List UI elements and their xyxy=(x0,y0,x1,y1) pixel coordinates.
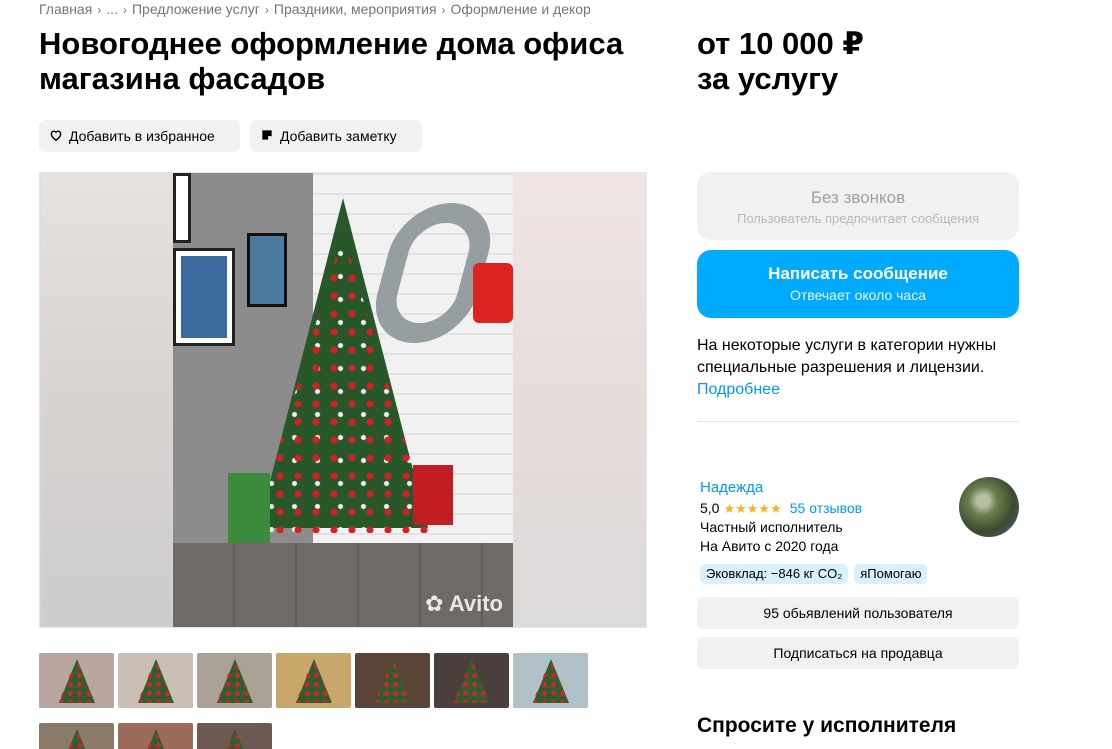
breadcrumb-item-ellipsis[interactable]: ... xyxy=(106,1,118,17)
chevron-right-icon: › xyxy=(97,3,102,17)
thumbnail[interactable] xyxy=(118,723,193,749)
thumbnail[interactable] xyxy=(197,723,272,749)
breadcrumb: Главная ›... › Предложение услуг › Праздники,… xyxy=(39,1,591,17)
divider xyxy=(697,421,1019,422)
seller-name-link[interactable]: Надежда xyxy=(700,478,862,497)
photo-gallery[interactable]: ✿ Avito xyxy=(39,172,647,628)
no-calls-button[interactable]: Без звонков Пользователь предпочитает со… xyxy=(697,172,1019,240)
avatar[interactable] xyxy=(959,477,1019,537)
thumbnail[interactable] xyxy=(276,653,351,708)
gallery-next-preview[interactable] xyxy=(513,173,646,627)
price: от 10 000 ₽ за услугу xyxy=(697,26,864,96)
thumbnail[interactable] xyxy=(513,653,588,708)
breadcrumb-item-services[interactable]: Предложение услуг xyxy=(132,1,260,17)
breadcrumb-item-events[interactable]: Праздники, мероприятия xyxy=(274,1,437,17)
write-message-subtitle: Отвечает около часа xyxy=(789,287,927,303)
thumbnail[interactable] xyxy=(39,653,114,708)
thumbnail[interactable] xyxy=(197,653,272,708)
license-notice: На некоторые услуги в категории нужны сп… xyxy=(697,335,1027,401)
reviews-link[interactable]: 55 отзывов xyxy=(790,499,862,518)
chevron-right-icon: › xyxy=(122,3,127,17)
help-badge[interactable]: яПомогаю xyxy=(854,564,928,584)
write-message-button[interactable]: Написать сообщение Отвечает около часа xyxy=(697,250,1019,318)
chevron-right-icon: › xyxy=(264,3,269,17)
seller-since: На Авито с 2020 года xyxy=(700,538,839,554)
thumbnail[interactable] xyxy=(118,653,193,708)
seller-info: Надежда 5,0 ★★★★★ 55 отзывов Частный исп… xyxy=(700,478,862,556)
breadcrumb-item-decor[interactable]: Оформление и декор xyxy=(451,1,591,17)
note-icon xyxy=(260,128,274,145)
seller-badges: Эковклад: −846 кг CO₂ яПомогаю xyxy=(700,564,928,584)
thumbnail[interactable] xyxy=(434,653,509,708)
avito-watermark: ✿ Avito xyxy=(425,591,503,616)
add-note-label: Добавить заметку xyxy=(280,128,397,144)
star-rating-icon: ★★★★★ xyxy=(723,501,782,516)
thumbnail[interactable] xyxy=(39,723,114,749)
license-text: На некоторые услуги в категории нужны сп… xyxy=(697,337,997,376)
add-note-button[interactable]: Добавить заметку xyxy=(250,120,422,152)
price-amount: от 10 000 ₽ xyxy=(697,26,864,61)
no-calls-title: Без звонков xyxy=(810,188,906,207)
breadcrumb-item-home[interactable]: Главная xyxy=(39,1,92,17)
ask-seller-heading: Спросите у исполнителя xyxy=(697,714,957,737)
heart-icon xyxy=(49,128,63,145)
gallery-prev-preview[interactable] xyxy=(40,173,173,627)
no-calls-subtitle: Пользователь предпочитает сообщения xyxy=(736,211,979,226)
rating-value: 5,0 xyxy=(700,500,720,516)
page-title: Новогоднее оформление дома офиса магазин… xyxy=(39,26,624,96)
main-photo[interactable]: ✿ Avito xyxy=(173,173,515,627)
chevron-right-icon: › xyxy=(441,3,446,17)
add-to-favorites-button[interactable]: Добавить в избранное xyxy=(39,120,240,152)
subscribe-seller-button[interactable]: Подписаться на продавца xyxy=(697,637,1019,669)
add-to-favorites-label: Добавить в избранное xyxy=(69,128,215,144)
seller-type: Частный исполнитель xyxy=(700,519,843,535)
seller-rating: 5,0 ★★★★★ 55 отзывов xyxy=(700,499,862,518)
seller-ads-button[interactable]: 95 обьявлений пользователя xyxy=(697,597,1019,629)
write-message-title: Написать сообщение xyxy=(768,264,948,283)
eco-badge[interactable]: Эковклад: −846 кг CO₂ xyxy=(700,564,849,584)
price-unit: за услугу xyxy=(697,61,839,96)
license-more-link[interactable]: Подробнее xyxy=(697,379,1027,401)
thumbnail[interactable] xyxy=(355,653,430,708)
